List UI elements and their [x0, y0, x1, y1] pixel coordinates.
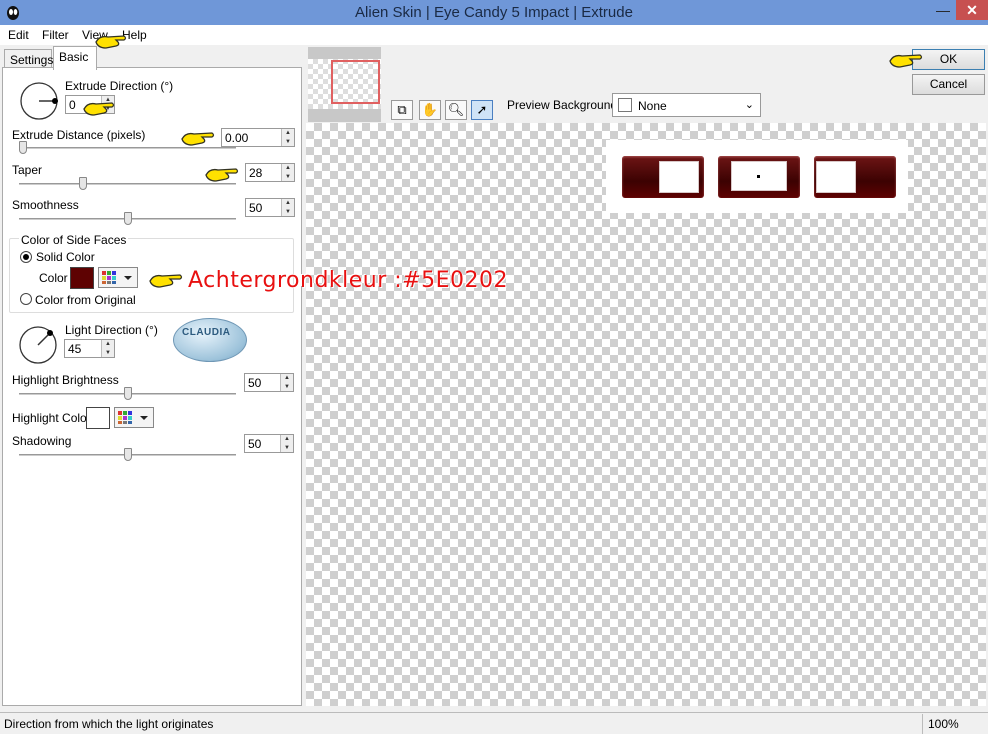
shadowing-stepper[interactable]: ▲ ▼ — [280, 435, 293, 452]
claudia-watermark-logo: CLAUDIA — [173, 318, 247, 362]
minimize-button[interactable]: — — [930, 0, 956, 20]
smoothness-input[interactable]: 50 ▲ ▼ — [245, 198, 295, 217]
preview-background-dropdown[interactable]: None ⌄ — [612, 93, 761, 117]
solid-color-label: Solid Color — [36, 250, 95, 264]
pointing-hand-icon — [83, 102, 115, 116]
navigator-thumbnail[interactable] — [308, 47, 381, 122]
preview-background-label: Preview Background: — [507, 98, 621, 112]
window-title: Alien Skin | Eye Candy 5 Impact | Extrud… — [355, 4, 633, 21]
color-annotation: Achtergrondkleur :#5E0202 — [188, 268, 509, 293]
extrude-distance-stepper[interactable]: ▲ ▼ — [281, 129, 294, 146]
shadowing-label: Shadowing — [12, 434, 72, 448]
chevron-down-icon: ⌄ — [744, 99, 754, 111]
close-window-button[interactable]: ✕ — [956, 0, 988, 20]
hand-tool-icon[interactable]: ✋ — [419, 100, 441, 120]
extruded-tile-left — [622, 156, 704, 198]
extruded-tile-right — [814, 156, 896, 198]
menu-edit[interactable]: Edit — [8, 28, 29, 42]
preview-background-value: None — [638, 99, 667, 113]
taper-input[interactable]: 28 ▲ ▼ — [245, 163, 295, 182]
cancel-button[interactable]: Cancel — [912, 74, 985, 95]
extrude-direction-label: Extrude Direction (°) — [65, 79, 174, 93]
status-bar: Direction from which the light originate… — [0, 712, 988, 734]
side-face-color-picker-button[interactable] — [98, 267, 138, 288]
side-faces-title: Color of Side Faces — [19, 233, 129, 247]
pointing-hand-icon — [205, 168, 239, 182]
toggle-preview-icon[interactable]: ⧉ — [391, 100, 413, 120]
highlight-color-picker-button[interactable] — [114, 407, 154, 428]
pointing-hand-icon — [95, 35, 127, 49]
menu-bar: Edit Filter View Help — [0, 25, 988, 45]
extruded-tile-middle — [718, 156, 800, 198]
menu-filter[interactable]: Filter — [42, 28, 69, 42]
smoothness-slider-thumb[interactable] — [124, 212, 132, 225]
preview-canvas[interactable] — [306, 123, 986, 706]
title-bar: Alien Skin | Eye Candy 5 Impact | Extrud… — [0, 0, 988, 25]
solid-color-radio[interactable] — [20, 251, 32, 263]
zoom-level: 100% — [922, 714, 988, 734]
extrude-distance-input[interactable]: 0.00 ▲ ▼ — [221, 128, 295, 147]
highlight-color-swatch[interactable] — [86, 407, 110, 429]
light-direction-input[interactable]: 45 ▲ ▼ — [64, 339, 115, 358]
smoothness-label: Smoothness — [12, 198, 79, 212]
status-text: Direction from which the light originate… — [4, 717, 214, 731]
navigator-view-frame[interactable] — [331, 60, 380, 104]
pointing-hand-icon — [889, 54, 923, 68]
smoothness-stepper[interactable]: ▲ ▼ — [281, 199, 294, 216]
highlight-brightness-input[interactable]: 50 ▲ ▼ — [244, 373, 294, 392]
preview-background-swatch — [618, 98, 632, 112]
light-direction-stepper[interactable]: ▲ ▼ — [101, 340, 114, 357]
light-direction-dial[interactable] — [17, 324, 59, 366]
tab-basic[interactable]: Basic — [53, 46, 97, 70]
extrude-distance-slider-thumb[interactable] — [19, 141, 27, 154]
zoom-tool-icon[interactable]: 🔍︎ — [445, 100, 467, 120]
pointing-hand-icon — [149, 274, 183, 288]
shadowing-slider-thumb[interactable] — [124, 448, 132, 461]
color-label: Color — [39, 271, 68, 285]
color-grid-icon — [118, 411, 148, 424]
shadowing-input[interactable]: 50 ▲ ▼ — [244, 434, 294, 453]
side-face-color-swatch[interactable] — [70, 267, 94, 289]
taper-label: Taper — [12, 163, 43, 177]
highlight-brightness-label: Highlight Brightness — [12, 373, 119, 387]
pointing-hand-icon — [181, 132, 215, 146]
select-arrow-tool-icon[interactable]: ➚ — [471, 100, 493, 120]
preview-image — [606, 140, 908, 213]
highlight-brightness-slider-thumb[interactable] — [124, 387, 132, 400]
light-direction-label: Light Direction (°) — [65, 323, 158, 337]
taper-slider-thumb[interactable] — [79, 177, 87, 190]
color-from-original-radio[interactable] — [20, 293, 32, 305]
extrude-direction-dial[interactable] — [18, 80, 60, 122]
highlight-color-label: Highlight Color — [12, 411, 91, 425]
color-grid-icon — [102, 271, 132, 284]
color-from-original-label: Color from Original — [35, 293, 136, 307]
watermark-text: CLAUDIA — [182, 327, 231, 338]
highlight-brightness-stepper[interactable]: ▲ ▼ — [280, 374, 293, 391]
taper-stepper[interactable]: ▲ ▼ — [281, 164, 294, 181]
extrude-distance-label: Extrude Distance (pixels) — [12, 128, 146, 142]
